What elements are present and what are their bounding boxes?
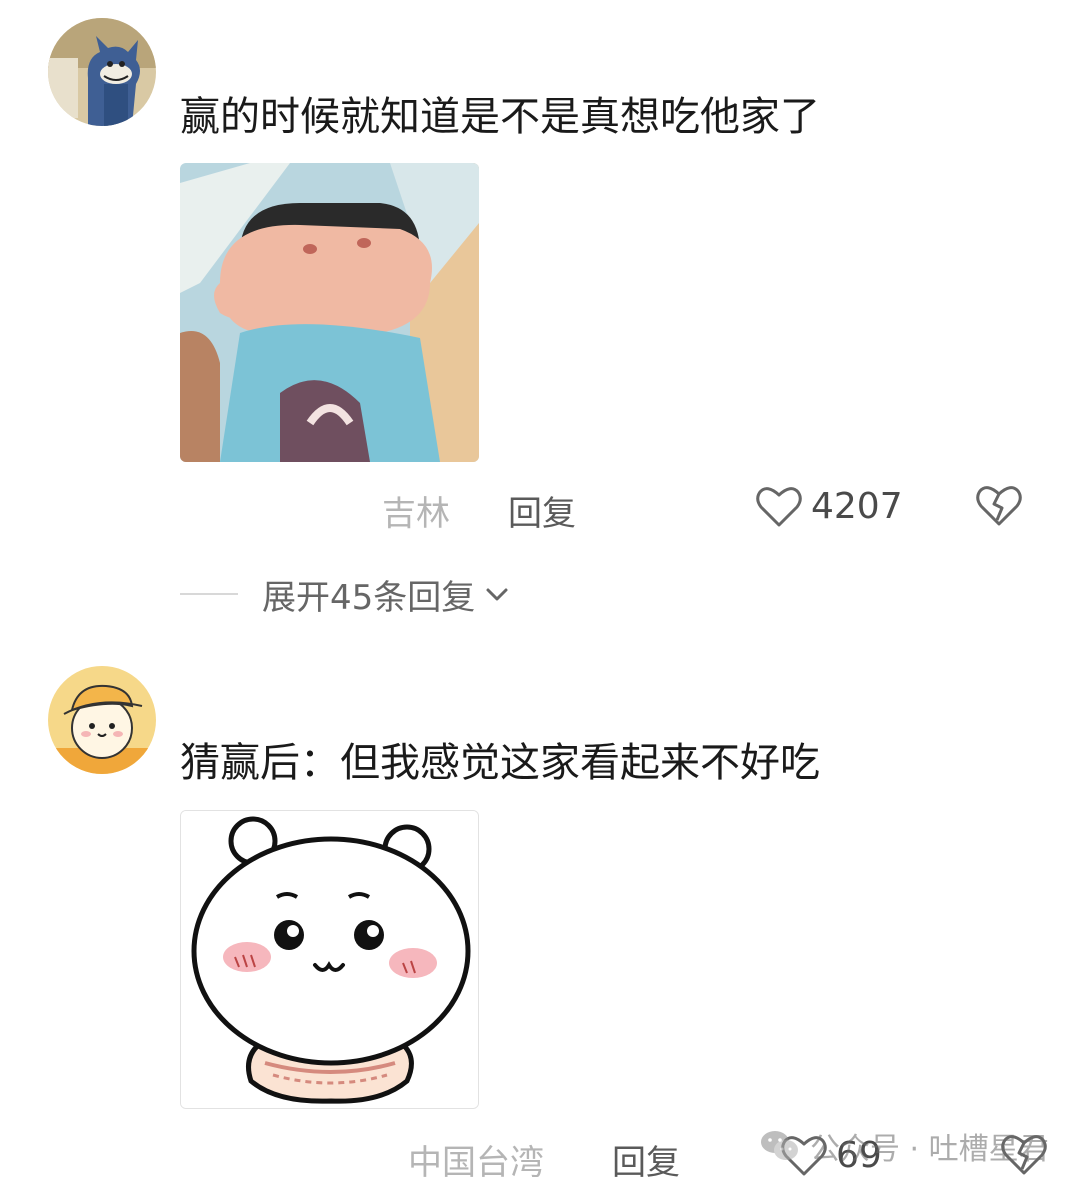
ip-location: 中国台湾 xyxy=(408,1143,544,1183)
comment-item: 猜赢后：但我感觉这家看起来不好吃 中国台湾 回复 69 xyxy=(0,640,1080,1188)
like-button[interactable]: 4207 xyxy=(755,482,903,530)
divider-line xyxy=(180,593,238,595)
wechat-icon xyxy=(761,1131,798,1160)
expand-replies-button[interactable]: 展开45条回复 xyxy=(180,572,513,618)
chiikawa-sticker-icon xyxy=(181,811,478,1108)
crayon-shin-chan-sticker-icon xyxy=(180,163,479,462)
yellow-bear-avatar-icon xyxy=(48,666,156,774)
comment-sticker-image[interactable] xyxy=(180,163,479,462)
broken-heart-icon xyxy=(976,486,1022,526)
comment-text: 赢的时候就知道是不是真想吃他家了 xyxy=(180,94,820,140)
comment-text: 猜赢后：但我感觉这家看起来不好吃 xyxy=(180,740,820,786)
watermark: 公众号 · 吐槽星君 xyxy=(760,1124,1049,1168)
like-count: 4207 xyxy=(811,485,903,527)
reply-button[interactable]: 回复 xyxy=(508,486,576,535)
dislike-button[interactable] xyxy=(975,482,1023,528)
heart-icon xyxy=(756,487,802,527)
user-avatar[interactable] xyxy=(48,18,156,126)
expand-replies-label: 展开45条回复 xyxy=(262,577,476,618)
cartoon-cat-avatar-icon xyxy=(48,18,156,126)
comment-meta: 吉林 回复 4207 xyxy=(0,476,1080,536)
reply-button[interactable]: 回复 xyxy=(612,1135,680,1184)
comment-list: 赢的时候就知道是不是真想吃他家了 吉林 回复 4207 展开45条回复 猜赢后：… xyxy=(0,0,1080,1188)
chevron-down-icon xyxy=(486,588,508,601)
user-avatar[interactable] xyxy=(48,666,156,774)
watermark-text: 公众号 · 吐槽星君 xyxy=(810,1132,1049,1167)
comment-sticker-image[interactable] xyxy=(180,810,479,1109)
ip-location: 吉林 xyxy=(382,494,450,534)
comment-item: 赢的时候就知道是不是真想吃他家了 吉林 回复 4207 展开45条回复 xyxy=(0,0,1080,640)
